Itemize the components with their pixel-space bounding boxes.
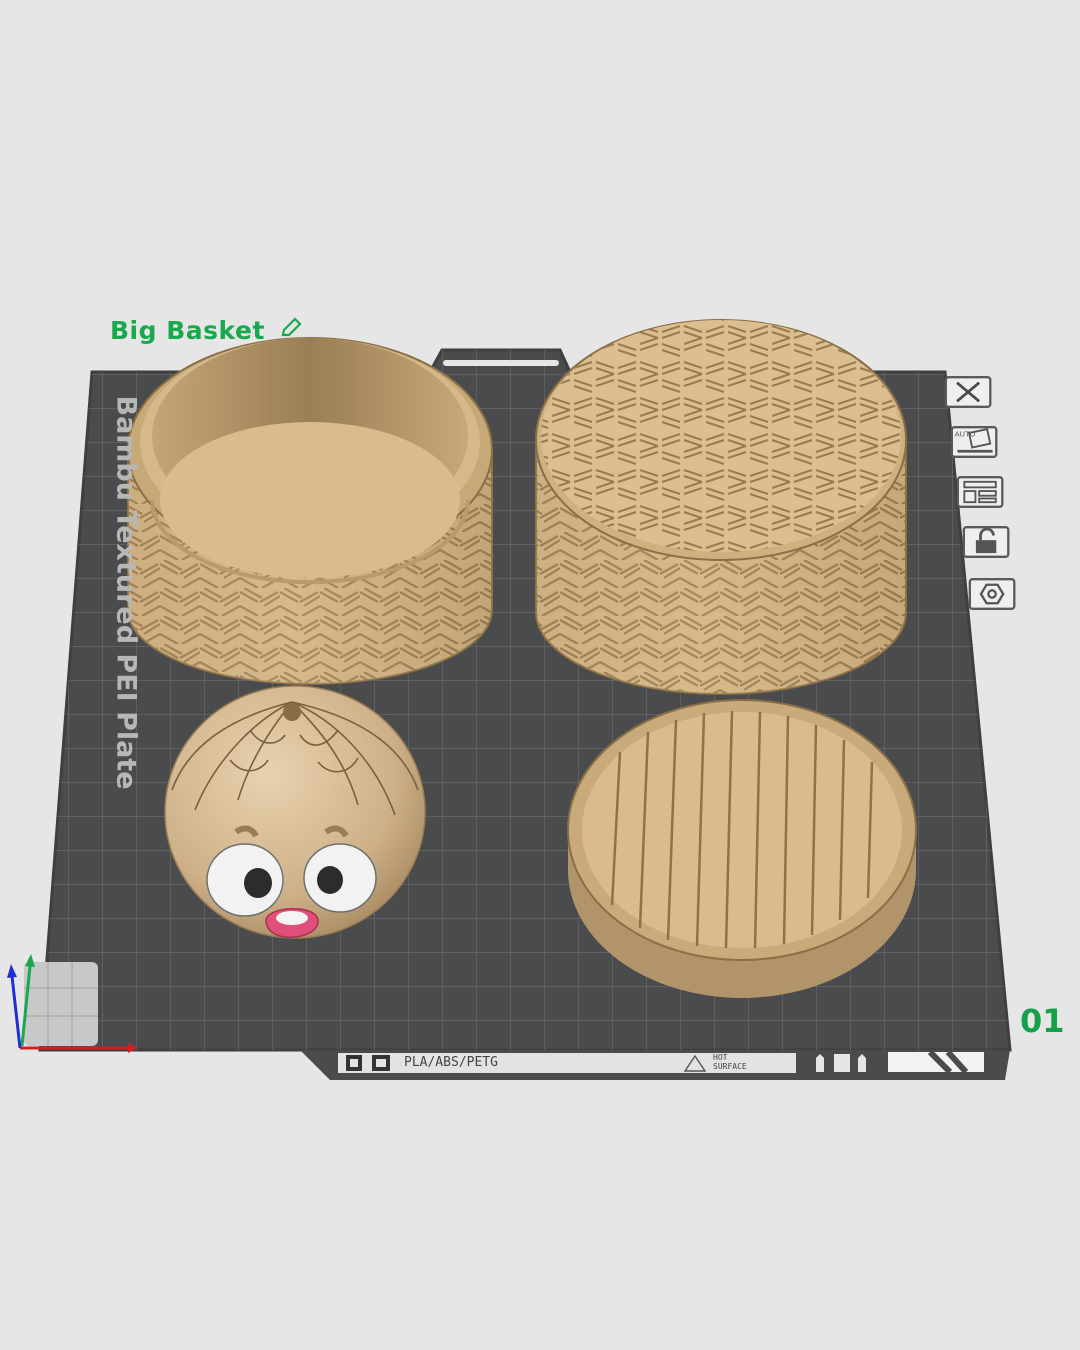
closed-basket-model[interactable]: [535, 319, 907, 695]
settings-icon[interactable]: [968, 576, 1018, 612]
close-icon[interactable]: [944, 374, 994, 410]
warning-triangle-icon: [684, 1054, 706, 1072]
open-basket-model[interactable]: [127, 337, 493, 685]
plate-type-label: Bambu Textured PEI Plate: [110, 395, 142, 790]
warning-line-2: SURFACE: [713, 1062, 747, 1071]
bun-character-model[interactable]: [164, 685, 426, 939]
plate-title-text: Big Basket: [110, 316, 265, 345]
plate-title[interactable]: Big Basket: [110, 316, 302, 345]
hot-surface-warning: HOT SURFACE: [713, 1053, 747, 1071]
3d-viewport[interactable]: [0, 0, 1080, 1350]
arrange-icon[interactable]: [956, 474, 1006, 510]
lock-icon[interactable]: [962, 524, 1012, 560]
edit-pencil-icon[interactable]: [280, 317, 302, 339]
plate-toolbar: AUTO: [942, 374, 1032, 624]
plate-brand-icons: [346, 1055, 390, 1071]
svg-text:AUTO: AUTO: [955, 429, 976, 438]
warning-line-1: HOT: [713, 1053, 728, 1062]
filament-types-label: PLA/ABS/PETG: [404, 1055, 498, 1070]
plate-number[interactable]: 01: [1020, 1002, 1065, 1040]
auto-orient-icon[interactable]: AUTO: [950, 424, 1000, 460]
basket-lid-model[interactable]: [567, 699, 917, 998]
